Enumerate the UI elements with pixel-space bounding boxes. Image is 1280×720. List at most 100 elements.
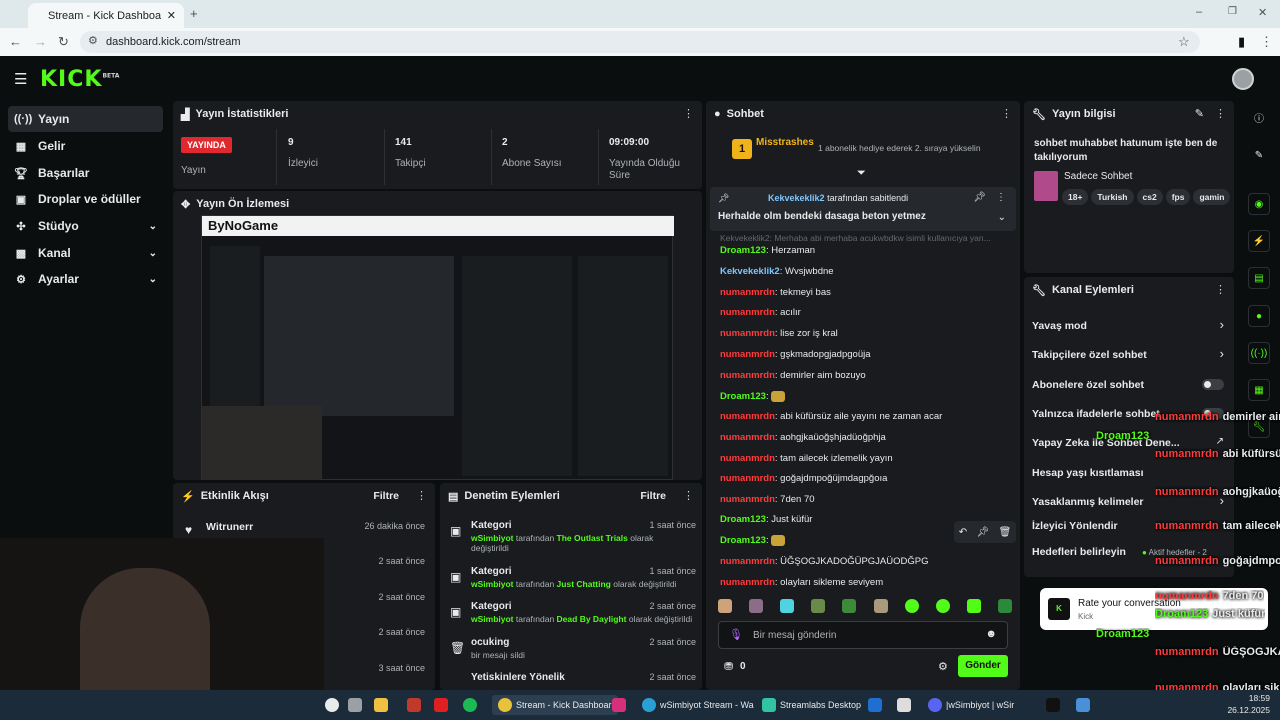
emote-icon[interactable]: [842, 599, 857, 613]
action-banned-words[interactable]: Yasaklanmış kelimeler: [1032, 496, 1144, 508]
chat-username[interactable]: numanmrdn: [720, 473, 775, 484]
site-info-icon[interactable]: ⚙: [88, 34, 98, 47]
tiktok-icon[interactable]: [1046, 695, 1060, 715]
spotify-icon[interactable]: [463, 695, 477, 715]
stream-preview-video[interactable]: ByNoGame: [201, 215, 674, 480]
external-link-icon[interactable]: ↗: [1216, 436, 1224, 447]
more-options-icon[interactable]: ⋮: [416, 489, 427, 502]
edit-icon[interactable]: ✎: [1248, 144, 1270, 166]
sidebar-item-settings[interactable]: ⚙ Ayarlar ⌄: [8, 266, 163, 292]
chat-username[interactable]: Droam123: [720, 514, 766, 525]
emote-icon[interactable]: [873, 599, 888, 613]
chat-username[interactable]: numanmrdn: [720, 349, 775, 360]
chat-username[interactable]: Droam123: [720, 535, 766, 546]
chat-username[interactable]: numanmrdn: [720, 453, 775, 464]
avatar[interactable]: [1232, 68, 1254, 90]
emote-icon[interactable]: [966, 599, 981, 613]
chat-username[interactable]: Kekvekeklik2: [720, 266, 780, 277]
chevron-right-icon[interactable]: ›: [1220, 317, 1224, 332]
broadcast-icon[interactable]: ((·)): [1248, 342, 1270, 364]
more-options-icon[interactable]: ⋮: [1215, 107, 1226, 120]
extension-icon[interactable]: ▮: [1238, 34, 1245, 50]
bookmark-star-icon[interactable]: ☆: [1178, 34, 1190, 50]
outlook-icon[interactable]: [868, 695, 882, 715]
new-tab-icon[interactable]: +: [190, 6, 198, 21]
start-icon[interactable]: [325, 695, 339, 715]
taskbar-app-chrome[interactable]: Stream - Kick Dashboar: [492, 695, 618, 715]
app-icon[interactable]: [1076, 695, 1090, 715]
minimize-icon[interactable]: –: [1196, 6, 1202, 18]
reload-icon[interactable]: ↻: [58, 34, 69, 50]
pin-icon[interactable]: 📌︎: [976, 527, 989, 538]
taskbar-app-edge[interactable]: wSimbiyot Stream - Wa: [642, 695, 754, 715]
emote-icon[interactable]: [935, 599, 950, 613]
chat-username[interactable]: numanmrdn: [720, 556, 775, 567]
url-field[interactable]: ⚙ dashboard.kick.com/stream: [80, 31, 1200, 53]
edit-icon[interactable]: ✎: [1195, 107, 1204, 120]
browser-tab[interactable]: Stream - Kick Dashboard ✕: [28, 3, 184, 28]
app-icon[interactable]: [897, 695, 911, 715]
filter-button[interactable]: Filtre: [373, 490, 399, 502]
file-explorer-icon[interactable]: [374, 695, 388, 715]
maximize-icon[interactable]: ❐: [1228, 6, 1237, 17]
kick-logo[interactable]: KICKBETA: [40, 67, 119, 92]
emote-icon[interactable]: [780, 599, 795, 613]
chat-username[interactable]: numanmrdn: [720, 494, 775, 505]
info-icon[interactable]: ⓘ: [1248, 106, 1270, 128]
sidebar-item-drops[interactable]: ▣ Droplar ve ödüller: [8, 186, 163, 212]
emote-icon[interactable]: [997, 599, 1012, 613]
system-clock[interactable]: 18:59 26.12.2025: [1222, 692, 1270, 716]
action-goals[interactable]: Hedefleri belirleyin: [1032, 546, 1126, 558]
microphone-icon[interactable]: 🎙︎: [729, 628, 743, 641]
emote-icon[interactable]: [749, 599, 764, 613]
delete-icon[interactable]: 🗑︎: [999, 527, 1012, 538]
close-window-icon[interactable]: ✕: [1258, 6, 1267, 19]
emoji-icon[interactable]: ☻: [985, 628, 997, 640]
unpin-icon[interactable]: 📌︎: [973, 192, 986, 203]
taskbar-app-discord[interactable]: |wSimbiyot | wSir: [928, 695, 1014, 715]
more-options-icon[interactable]: ⋮: [1001, 107, 1012, 120]
sidebar-item-channel[interactable]: ▩ Kanal ⌄: [8, 240, 163, 266]
gear-icon[interactable]: ⚙: [938, 660, 948, 673]
chat-icon[interactable]: ●: [1248, 305, 1270, 327]
action-raid[interactable]: İzleyici Yönlendir: [1032, 520, 1118, 532]
chevron-down-icon[interactable]: ⌄: [998, 212, 1006, 223]
sidebar-item-stream[interactable]: ((·)) Yayın: [8, 106, 163, 132]
browser-menu-icon[interactable]: ⋮: [1260, 34, 1273, 50]
action-account-age[interactable]: Hesap yaşı kısıtlaması: [1032, 467, 1144, 479]
task-view-icon[interactable]: [348, 695, 362, 715]
collapse-icon[interactable]: ⏷: [857, 167, 866, 180]
chat-username[interactable]: numanmrdn: [720, 328, 775, 339]
chat-username[interactable]: numanmrdn: [720, 577, 775, 588]
reply-icon[interactable]: ↶: [959, 527, 967, 538]
sidebar-item-revenue[interactable]: ▦ Gelir: [8, 133, 163, 159]
sidebar-item-studio[interactable]: ✣ Stüdyo ⌄: [8, 213, 163, 239]
chat-username[interactable]: numanmrdn: [720, 411, 775, 422]
more-options-icon[interactable]: ⋮: [683, 107, 694, 120]
chat-username[interactable]: numanmrdn: [720, 370, 775, 381]
chevron-right-icon[interactable]: ›: [1220, 346, 1224, 361]
chat-username[interactable]: Droam123: [720, 391, 766, 402]
action-emote-only[interactable]: Yalnızca ifadelerle sohbet: [1032, 408, 1160, 420]
chat-input[interactable]: 🎙︎ Bir mesaj gönderin ☻: [718, 621, 1008, 649]
filter-button[interactable]: Filtre: [640, 490, 666, 502]
more-options-icon[interactable]: ⋮: [996, 192, 1006, 203]
send-button[interactable]: Gönder: [958, 655, 1008, 677]
close-tab-icon[interactable]: ✕: [167, 9, 176, 22]
emote-icon[interactable]: [904, 599, 919, 613]
more-options-icon[interactable]: ⋮: [1215, 283, 1226, 296]
sidebar-item-achievements[interactable]: 🏆︎ Başarılar: [8, 160, 163, 186]
action-followers-only[interactable]: Takipçilere özel sohbet: [1032, 349, 1147, 361]
lightning-icon[interactable]: ⚡: [1248, 230, 1270, 252]
chat-username[interactable]: Droam123: [720, 245, 766, 256]
instagram-icon[interactable]: [612, 695, 626, 715]
hamburger-menu-icon[interactable]: ☰: [14, 70, 27, 88]
forward-icon[interactable]: →: [34, 34, 47, 49]
chat-username[interactable]: numanmrdn: [720, 287, 775, 298]
camera-icon[interactable]: ◉: [1248, 193, 1270, 215]
youtube-icon[interactable]: [434, 695, 448, 715]
more-options-icon[interactable]: ⋮: [683, 489, 694, 502]
emote-icon[interactable]: [811, 599, 826, 613]
taskbar-app-streamlabs[interactable]: Streamlabs Desktop: [762, 695, 861, 715]
emote-icon[interactable]: [718, 599, 732, 613]
